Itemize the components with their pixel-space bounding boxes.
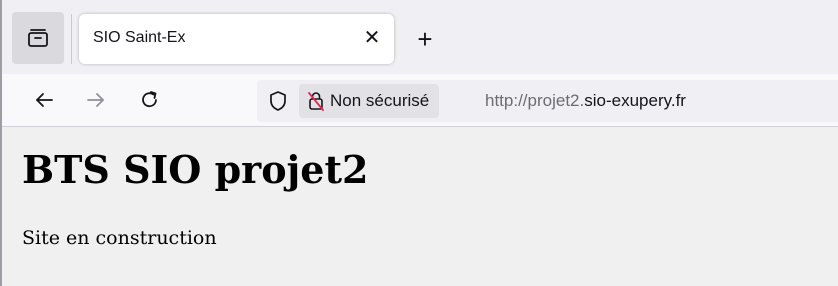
tab-active[interactable]: SIO Saint-Ex ✕ [79,14,394,64]
tab-title: SIO Saint-Ex [93,29,186,46]
security-label: Non sécurisé [330,91,430,110]
navigation-toolbar: Non sécurisé http://projet2.sio-exupery.… [2,74,838,126]
arrow-right-icon [87,93,104,107]
url-bar[interactable]: Non sécurisé http://projet2.sio-exupery.… [257,80,838,122]
new-tab-button[interactable]: + [410,24,440,54]
page-heading: BTS SIO projet2 [22,147,369,192]
page-content: BTS SIO projet2 Site en construction [2,127,838,286]
forward-button[interactable] [82,86,110,114]
arrow-left-icon [36,93,53,107]
page-text: Site en construction [22,227,217,249]
tab-strip: SIO Saint-Ex ✕ + [2,0,838,74]
close-icon[interactable]: ✕ [362,28,382,48]
url-prefix: http://projet2. [485,91,585,110]
lock-slash-icon [308,92,324,111]
reload-icon [142,91,157,108]
browser-window: SIO Saint-Ex ✕ + Non sécurisé http://pro… [0,0,838,286]
url-domain: sio-exupery.fr [584,91,686,110]
reload-button[interactable] [136,86,164,114]
back-button[interactable] [30,86,58,114]
tab-strip-divider [71,14,72,64]
tab-list-button[interactable] [12,12,64,64]
url-text[interactable]: http://projet2.sio-exupery.fr [485,91,686,111]
plus-icon: + [417,24,433,54]
security-indicator[interactable]: Non sécurisé [299,84,440,118]
shield-icon[interactable] [267,90,289,112]
tab-list-icon [28,29,48,47]
